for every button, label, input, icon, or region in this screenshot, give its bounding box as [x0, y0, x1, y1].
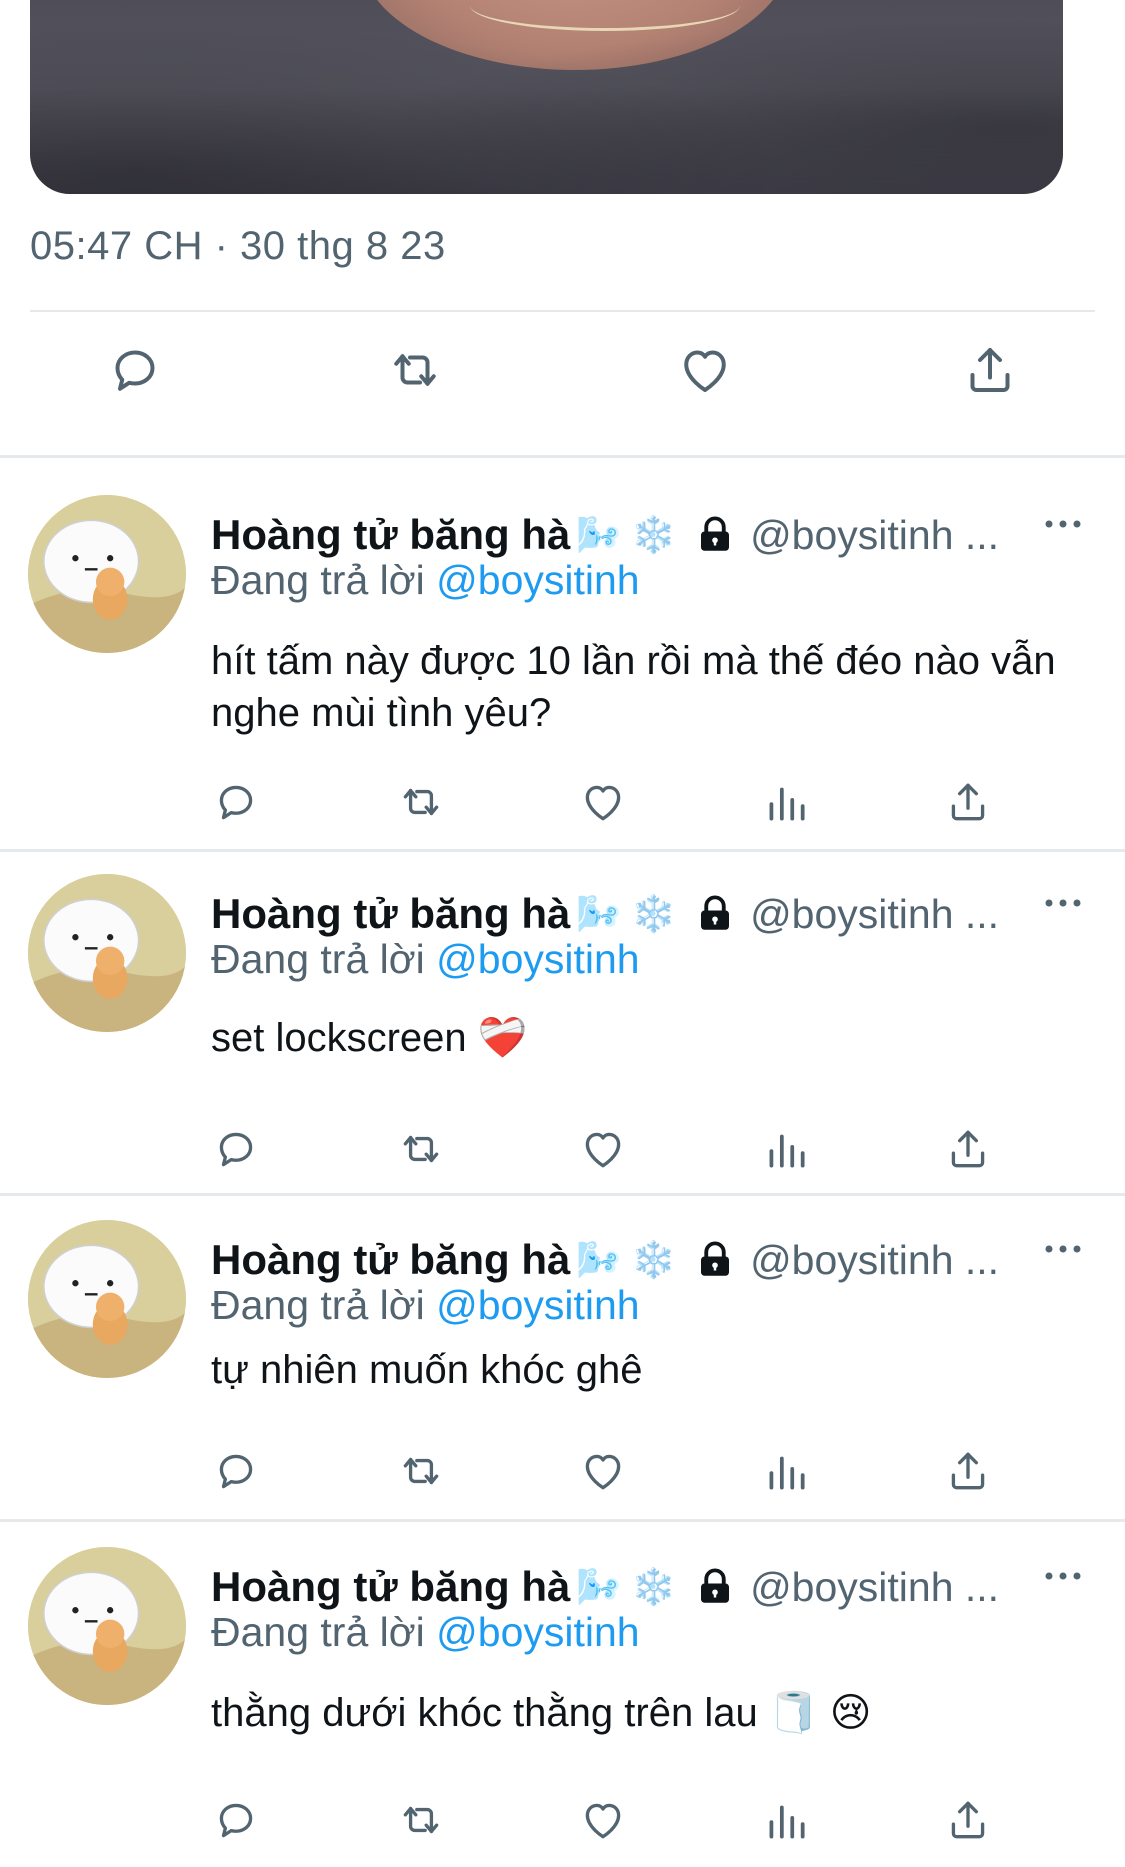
like-icon[interactable]	[578, 777, 628, 827]
reply-icon[interactable]	[105, 340, 165, 400]
reply-icon[interactable]	[211, 1446, 261, 1496]
reply-tweet[interactable]: Hoàng tử băng hà 🌬️ ❄️ @boysitinh ... Đa…	[0, 495, 1125, 850]
share-icon[interactable]	[943, 1124, 993, 1174]
retweet-icon[interactable]	[396, 1446, 446, 1496]
display-name[interactable]: Hoàng tử băng hà	[211, 511, 570, 559]
analytics-icon[interactable]	[761, 1446, 811, 1496]
more-options-icon[interactable]	[1043, 896, 1083, 916]
mention-link[interactable]: @boysitinh	[436, 936, 639, 982]
reply-icon[interactable]	[211, 1124, 261, 1174]
display-name[interactable]: Hoàng tử băng hà	[211, 1236, 570, 1284]
section-separator	[0, 849, 1125, 852]
analytics-icon[interactable]	[761, 1795, 811, 1845]
tweet-photo[interactable]	[30, 0, 1063, 194]
handle[interactable]: @boysitinh ...	[750, 891, 999, 938]
reply-tweet[interactable]: Hoàng tử băng hà 🌬️ ❄️ @boysitinh ... Đa…	[0, 1220, 1125, 1520]
handle[interactable]: @boysitinh ...	[750, 1564, 999, 1611]
retweet-icon[interactable]	[396, 777, 446, 827]
main-tweet-actions	[0, 340, 1125, 420]
handle[interactable]: @boysitinh ...	[750, 512, 999, 559]
like-icon[interactable]	[578, 1795, 628, 1845]
avatar[interactable]	[28, 495, 186, 653]
analytics-icon[interactable]	[761, 1124, 811, 1174]
retweet-icon[interactable]	[396, 1124, 446, 1174]
tweet-text: hít tấm này được 10 lần rồi mà thế đéo n…	[211, 639, 1056, 735]
like-icon[interactable]	[675, 340, 735, 400]
section-separator	[0, 455, 1125, 458]
share-icon[interactable]	[943, 777, 993, 827]
avatar[interactable]	[28, 1220, 186, 1378]
lock-icon	[694, 1239, 736, 1281]
replying-to: Đang trả lời @boysitinh	[211, 1282, 640, 1328]
reply-icon[interactable]	[211, 1795, 261, 1845]
section-separator	[0, 1193, 1125, 1196]
avatar[interactable]	[28, 1547, 186, 1705]
like-icon[interactable]	[578, 1446, 628, 1496]
display-name[interactable]: Hoàng tử băng hà	[211, 890, 570, 938]
share-icon[interactable]	[960, 340, 1020, 400]
mention-link[interactable]: @boysitinh	[436, 1282, 639, 1328]
more-options-icon[interactable]	[1043, 517, 1083, 537]
name-emojis: 🌬️ ❄️	[576, 1566, 677, 1607]
divider	[30, 310, 1095, 312]
tweet-text: set lockscreen ❤️‍🩹	[211, 1016, 528, 1060]
mention-link[interactable]: @boysitinh	[436, 1609, 639, 1655]
lock-icon	[694, 1566, 736, 1608]
tweet-text: tự nhiên muốn khóc ghê	[211, 1348, 643, 1392]
mention-link[interactable]: @boysitinh	[436, 557, 639, 603]
handle[interactable]: @boysitinh ...	[750, 1237, 999, 1284]
reply-tweet[interactable]: Hoàng tử băng hà 🌬️ ❄️ @boysitinh ... Đa…	[0, 1547, 1125, 1867]
replying-to: Đang trả lời @boysitinh	[211, 1609, 640, 1655]
replying-to: Đang trả lời @boysitinh	[211, 557, 640, 603]
avatar[interactable]	[28, 874, 186, 1032]
retweet-icon[interactable]	[396, 1795, 446, 1845]
more-options-icon[interactable]	[1043, 1569, 1083, 1589]
replying-to: Đang trả lời @boysitinh	[211, 936, 640, 982]
section-separator	[0, 1519, 1125, 1522]
tweet-text: thằng dưới khóc thằng trên lau 🧻 😢	[211, 1691, 872, 1735]
name-emojis: 🌬️ ❄️	[576, 893, 677, 934]
name-emojis: 🌬️ ❄️	[576, 1239, 677, 1280]
lock-icon	[694, 514, 736, 556]
lock-icon	[694, 893, 736, 935]
reply-tweet[interactable]: Hoàng tử băng hà 🌬️ ❄️ @boysitinh ... Đa…	[0, 874, 1125, 1194]
like-icon[interactable]	[578, 1124, 628, 1174]
analytics-icon[interactable]	[761, 777, 811, 827]
more-options-icon[interactable]	[1043, 1242, 1083, 1262]
retweet-icon[interactable]	[385, 340, 445, 400]
share-icon[interactable]	[943, 1795, 993, 1845]
reply-icon[interactable]	[211, 777, 261, 827]
display-name[interactable]: Hoàng tử băng hà	[211, 1563, 570, 1611]
tweet-timestamp[interactable]: 05:47 CH · 30 thg 8 23	[30, 224, 446, 269]
share-icon[interactable]	[943, 1446, 993, 1496]
name-emojis: 🌬️ ❄️	[576, 514, 677, 555]
